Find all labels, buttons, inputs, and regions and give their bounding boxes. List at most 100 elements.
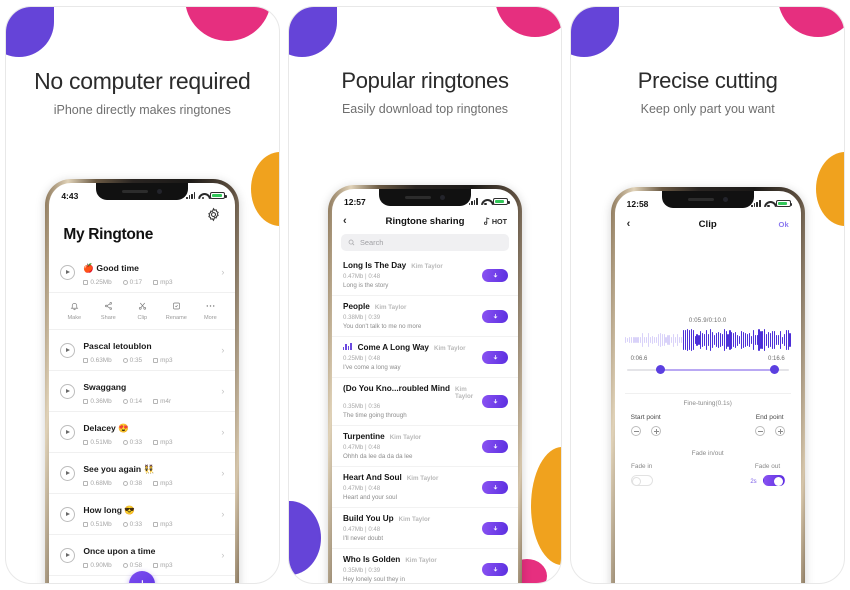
fade-out-toggle[interactable] <box>762 475 785 486</box>
nav-bar: ‹ Clip Ok <box>615 213 801 230</box>
list-item[interactable]: Build You Up Kim Taylor 0.47Mb | 0:48 I'… <box>332 508 518 549</box>
range-slider[interactable] <box>626 365 789 375</box>
list-item[interactable]: (Do You Kno...roubled Mind Kim Taylor 0.… <box>332 378 518 426</box>
action-more[interactable]: More <box>195 300 225 321</box>
slider-start-handle[interactable] <box>655 365 665 374</box>
duration: 0:14 <box>122 398 142 405</box>
screen-title: Clip <box>698 218 717 230</box>
action-share[interactable]: Share <box>93 300 123 321</box>
promo-panel-1: No computer required iPhone directly mak… <box>5 6 280 584</box>
fade-out-value: 2s <box>750 478 757 485</box>
phone-mockup-2: 12:57 ‹ Ringtone sharing HOT Search Long… <box>328 185 522 583</box>
download-button[interactable] <box>482 268 508 282</box>
download-button[interactable] <box>482 309 508 323</box>
list-item[interactable]: How long 😎 0.51Mb 0:33 mp3 › <box>49 494 236 535</box>
phone-screen-my-ringtone: 4:43 My Ringtone 🍎 Good time 0.25Mb 0:17… <box>49 183 236 583</box>
wifi-icon <box>764 200 773 208</box>
end-point-plus-button[interactable] <box>774 426 785 436</box>
page-title: No computer required <box>34 68 251 94</box>
download-button[interactable] <box>482 562 508 576</box>
download-button[interactable] <box>482 395 508 408</box>
play-icon[interactable] <box>60 465 76 481</box>
chevron-right-icon[interactable]: › <box>221 386 224 396</box>
wifi-icon <box>198 192 207 200</box>
play-icon[interactable] <box>60 383 76 399</box>
list-item[interactable]: Swaggang 0.36Mb 0:14 m4r › <box>49 371 236 412</box>
song-title: Heart And Soul <box>343 473 402 482</box>
download-button[interactable] <box>482 521 508 535</box>
hot-button[interactable]: HOT <box>483 217 507 226</box>
play-icon[interactable] <box>60 424 76 440</box>
list-item[interactable]: Once upon a time 0.90Mb 0:58 mp3 › <box>49 535 236 576</box>
action-clip[interactable]: Clip <box>127 300 157 321</box>
play-icon[interactable] <box>60 547 76 563</box>
list-item[interactable]: People Kim Taylor 0.38Mb | 0:39 You don'… <box>332 296 518 337</box>
file-size: 0.51Mb <box>83 439 112 446</box>
list-item[interactable]: Heart And Soul Kim Taylor 0.47Mb | 0:48 … <box>332 467 518 508</box>
page-subtitle: Easily download top ringtones <box>341 102 509 117</box>
list-item[interactable]: Come A Long Way Kim Taylor 0.25Mb | 0:48… <box>332 337 518 378</box>
chevron-right-icon[interactable]: › <box>221 345 224 355</box>
song-title: Build You Up <box>343 514 394 523</box>
music-note-icon <box>483 217 490 225</box>
ringtone-name: Once upon a time <box>83 546 156 556</box>
play-icon[interactable] <box>60 506 76 522</box>
start-point-minus-button[interactable] <box>630 426 641 436</box>
chevron-right-icon[interactable]: › <box>221 550 224 560</box>
song-artist: Kim Taylor <box>398 516 431 523</box>
action-label: More <box>203 315 217 321</box>
screen-title: My Ringtone <box>63 226 154 243</box>
settings-row <box>49 205 235 222</box>
download-button[interactable] <box>482 439 508 453</box>
action-rename[interactable]: Rename <box>161 300 191 321</box>
song-artist: Kim Taylor <box>406 475 439 482</box>
waveform-section: 0:05.9/0:10.0 <box>615 318 801 353</box>
list-item[interactable]: Pascal letoublon 0.63Mb 0:35 mp3 › <box>49 330 236 371</box>
duration: 0:38 <box>122 480 142 487</box>
ringtone-name: How long 😎 <box>83 505 136 515</box>
slider-end-handle[interactable] <box>769 365 779 374</box>
file-size: 0.68Mb <box>83 480 112 487</box>
end-point-minus-button[interactable] <box>754 426 765 436</box>
equalizer-icon <box>343 343 352 350</box>
download-icon <box>493 272 497 277</box>
song-title: (Do You Kno...roubled Mind <box>343 384 451 393</box>
play-icon[interactable] <box>60 342 76 358</box>
download-button[interactable] <box>482 350 508 364</box>
ringtone-name: Delacey 😍 <box>83 423 129 433</box>
audio-waveform[interactable] <box>624 327 791 353</box>
slider-start-label: 0:06.6 <box>630 356 648 362</box>
phone-mockup-3: 12:58 ‹ Clip Ok 0:05.9/0:10.0 0:06.6 0:1… <box>610 187 805 583</box>
duration: 0:33 <box>122 439 142 446</box>
song-artist: Kim Taylor <box>374 304 407 311</box>
fade-out-label: Fade out <box>754 463 781 470</box>
chevron-right-icon[interactable]: › <box>221 468 224 478</box>
list-item[interactable]: Delacey 😍 0.51Mb 0:33 mp3 › <box>49 412 236 453</box>
list-item[interactable]: Turpentine Kim Taylor 0.47Mb | 0:48 Ohhh… <box>332 426 518 467</box>
song-lyric: Heart and your soul <box>343 494 397 501</box>
battery-icon <box>493 197 510 206</box>
download-button[interactable] <box>482 480 508 494</box>
list-item[interactable]: Who Is Golden Kim Taylor 0.35Mb | 0:39 H… <box>332 549 518 583</box>
chevron-right-icon[interactable]: › <box>221 427 224 437</box>
format: mp3 <box>153 521 173 528</box>
search-input[interactable]: Search <box>341 234 509 251</box>
action-make[interactable]: Make <box>59 300 89 321</box>
start-point-plus-button[interactable] <box>650 426 661 436</box>
play-icon[interactable] <box>60 264 76 280</box>
song-meta: 0.47Mb | 0:48 <box>343 484 381 492</box>
earpiece-speaker <box>122 190 149 193</box>
download-icon <box>493 566 497 571</box>
list-item[interactable]: 🍎 Good time 0.25Mb 0:17 mp3 › <box>49 252 236 293</box>
playback-position: 0:05.9/0:10.0 <box>688 318 727 324</box>
ok-button[interactable]: Ok <box>779 220 789 229</box>
gear-icon[interactable] <box>206 207 221 222</box>
fade-in-toggle[interactable] <box>630 475 653 486</box>
list-item[interactable]: See you again 👯 0.68Mb 0:38 mp3 › <box>49 453 236 494</box>
download-icon <box>493 354 497 359</box>
chevron-right-icon[interactable]: › <box>221 509 224 519</box>
list-item[interactable]: Long Is The Day Kim Taylor 0.47Mb | 0:48… <box>332 255 518 296</box>
format: mp3 <box>153 439 173 446</box>
earpiece-speaker <box>687 198 714 201</box>
chevron-right-icon[interactable]: › <box>221 267 224 277</box>
